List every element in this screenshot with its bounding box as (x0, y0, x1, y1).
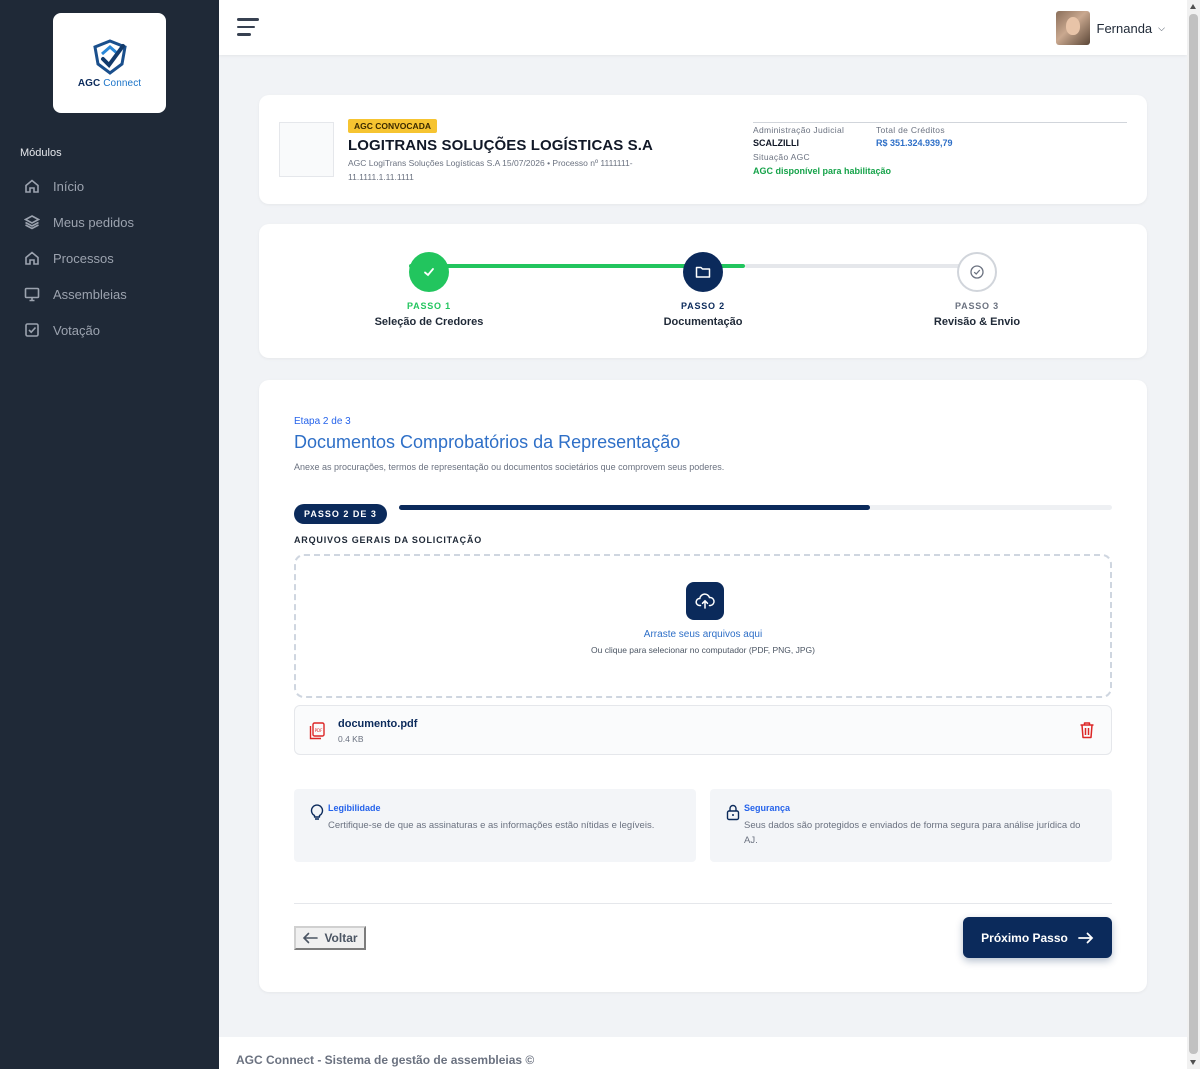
upload-cloud-icon[interactable] (686, 582, 724, 620)
arrow-right-icon (1077, 932, 1094, 943)
step-label: Seleção de Credores (374, 316, 484, 328)
svg-text:PDF: PDF (315, 728, 323, 733)
status-value: AGC disponível para habilitação (753, 166, 892, 176)
footer: AGC Connect - Sistema de gestão de assem… (219, 1037, 1187, 1069)
uploaded-file-row: PDF documento.pdf 0.4 KB (294, 705, 1112, 755)
documents-card: Etapa 2 de 3 Documentos Comprobatórios d… (259, 380, 1147, 992)
sidebar-item-inicio[interactable]: Início (0, 168, 219, 204)
status-label: Situação AGC (753, 152, 810, 162)
agc-shield-logo-icon (92, 38, 127, 75)
divider (294, 903, 1112, 904)
footer-text: AGC Connect - Sistema de gestão de assem… (236, 1053, 535, 1067)
credits-label: Total de Créditos (876, 125, 945, 135)
next-step-label: Próximo Passo (981, 930, 1068, 945)
admin-label: Administração Judicial (753, 125, 845, 135)
step-number: PASSO 2 (681, 301, 725, 311)
tip-text: Certifique-se de que as assinaturas e as… (328, 820, 655, 831)
tip-title: Legibilidade (328, 803, 381, 813)
step-label: Documentação (663, 316, 743, 328)
lightbulb-icon (310, 804, 324, 820)
step-pill: PASSO 2 DE 3 (294, 504, 387, 524)
step-3[interactable]: PASSO 3 Revisão & Envio (877, 252, 1077, 328)
stepper-card: PASSO 1 Seleção de Credores PASSO 2 Docu… (259, 224, 1147, 358)
circle-check-icon (957, 252, 997, 292)
tip-title: Segurança (744, 803, 791, 813)
files-section-label: ARQUIVOS GERAIS DA SOLICITAÇÃO (294, 535, 483, 545)
sidebar-item-label: Assembleias (53, 286, 127, 302)
step-number: PASSO 3 (955, 301, 999, 311)
progress-bar (399, 505, 1112, 510)
sidebar-item-assembleias[interactable]: Assembleias (0, 276, 219, 312)
page-description: Anexe as procurações, termos de represen… (294, 462, 725, 472)
sidebar-section-title: Módulos (20, 147, 62, 159)
trash-icon[interactable] (1079, 721, 1095, 739)
scroll-down-icon[interactable] (1190, 1060, 1196, 1065)
agc-subtitle: AGC LogiTrans Soluções Logísticas S.A 15… (348, 158, 633, 182)
sidebar-item-label: Processos (53, 250, 114, 266)
scrollbar-thumb[interactable] (1189, 14, 1198, 1054)
checkbox-icon (25, 323, 39, 337)
folder-icon (683, 252, 723, 292)
page-title: Documentos Comprobatórios da Representaç… (294, 432, 681, 452)
file-dropzone[interactable]: Arraste seus arquivos aqui Ou clique par… (294, 554, 1112, 698)
sidebar-item-meus-pedidos[interactable]: Meus pedidos (0, 204, 219, 240)
admin-value: SCALZILLI (753, 138, 799, 148)
sidebar-item-label: Votação (53, 322, 100, 338)
step-label: Revisão & Envio (933, 316, 1021, 328)
layers-icon (24, 215, 40, 230)
user-name: Fernanda (1096, 20, 1153, 36)
company-name: LOGITRANS SOLUÇÕES LOGÍSTICAS S.A (348, 137, 653, 154)
agc-meta: Administração Judicial SCALZILLI Total d… (753, 122, 1127, 176)
tip-text: Seus dados são protegidos e enviados de … (744, 820, 1081, 846)
step-2[interactable]: PASSO 2 Documentação (603, 252, 803, 328)
sidebar-item-label: Início (53, 178, 85, 194)
file-size: 0.4 KB (338, 734, 364, 744)
avatar (1055, 11, 1090, 45)
arrow-left-icon (303, 932, 319, 944)
sidebar-nav: Início Meus pedidos Processos Assembleia… (0, 168, 219, 348)
file-name: documento.pdf (338, 718, 418, 730)
tip-legibility: Legibilidade Certifique-se de que as ass… (294, 789, 696, 862)
top-bar: Fernanda ⌵ (219, 0, 1187, 55)
scroll-up-icon[interactable] (1190, 4, 1196, 9)
back-button-label: Voltar (324, 931, 358, 945)
next-step-button[interactable]: Próximo Passo (963, 917, 1112, 958)
company-logo-placeholder (279, 122, 334, 177)
home-icon (25, 251, 39, 265)
sidebar: AGC Connect Módulos Início Meus pedidos … (0, 0, 219, 1069)
home-icon (25, 179, 39, 193)
brand-logo[interactable]: AGC Connect (53, 13, 166, 113)
pdf-file-icon: PDF (309, 722, 325, 740)
sidebar-item-processos[interactable]: Processos (0, 240, 219, 276)
dropzone-subtitle: Ou clique para selecionar no computador … (591, 645, 815, 655)
agc-header-card: AGC CONVOCADA LOGITRANS SOLUÇÕES LOGÍSTI… (259, 95, 1147, 204)
monitor-icon (24, 287, 40, 302)
menu-toggle-icon[interactable] (237, 18, 259, 36)
step-number: PASSO 1 (407, 301, 451, 311)
stage-indicator: Etapa 2 de 3 (294, 416, 351, 427)
status-badge: AGC CONVOCADA (348, 119, 437, 133)
dropzone-title: Arraste seus arquivos aqui (643, 629, 763, 640)
step-check-icon (409, 252, 449, 292)
back-button[interactable]: Voltar (294, 926, 366, 950)
progress-fill (399, 505, 870, 510)
page-scrollbar[interactable] (1187, 0, 1200, 1069)
sidebar-item-votacao[interactable]: Votação (0, 312, 219, 348)
sidebar-item-label: Meus pedidos (53, 214, 134, 230)
step-1[interactable]: PASSO 1 Seleção de Credores (329, 252, 529, 328)
lock-icon (726, 804, 740, 821)
user-menu[interactable]: Fernanda ⌵ (1055, 11, 1165, 45)
chevron-down-icon: ⌵ (1158, 22, 1165, 33)
brand-name: AGC Connect (77, 77, 142, 89)
tip-security: Segurança Seus dados são protegidos e en… (710, 789, 1112, 862)
credits-value: R$ 351.324.939,79 (876, 138, 953, 148)
